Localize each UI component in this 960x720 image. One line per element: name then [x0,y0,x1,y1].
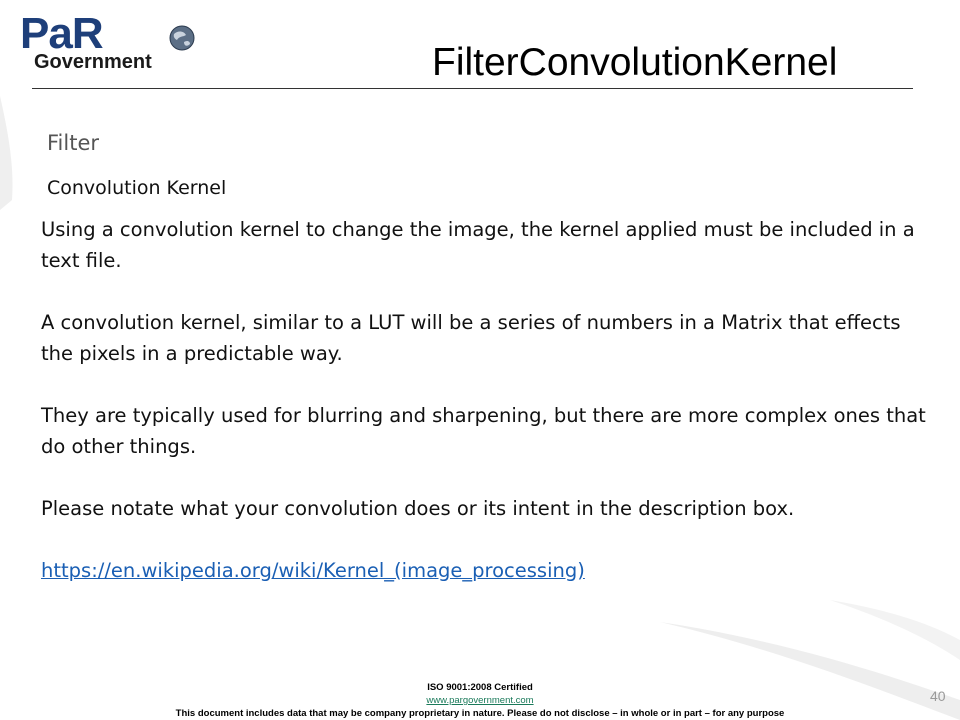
filter-label: Filter [47,131,100,155]
kernel-label: Convolution Kernel [47,177,227,199]
wikipedia-link[interactable]: https://en.wikipedia.org/wiki/Kernel_(im… [41,559,585,582]
paragraph-kernel-definition: A convolution kernel, similar to a LUT w… [41,311,901,365]
company-logo: PaR Government [20,12,198,74]
paragraph-kernel-uses: They are typically used for blurring and… [41,404,926,458]
proprietary-disclaimer: This document includes data that may be … [175,708,785,719]
logo-wordmark: PaR [20,9,104,58]
website-link[interactable]: www.pargovernment.com [426,695,533,706]
globe-icon [169,25,195,51]
page-number: 40 [930,688,946,704]
iso-certification: ISO 9001:2008 Certified [427,682,533,693]
slide-title: FilterConvolutionKernel [432,41,838,84]
paragraph-notate-instructions: Please notate what your convolution does… [41,497,795,520]
logo-subtitle: Government [34,51,152,73]
slide-footer: ISO 9001:2008 Certified www.pargovernmen… [0,681,960,720]
slide-body: Using a convolution kernel to change the… [41,214,936,586]
title-divider [32,88,913,89]
paragraph-kernel-usage: Using a convolution kernel to change the… [41,218,915,272]
